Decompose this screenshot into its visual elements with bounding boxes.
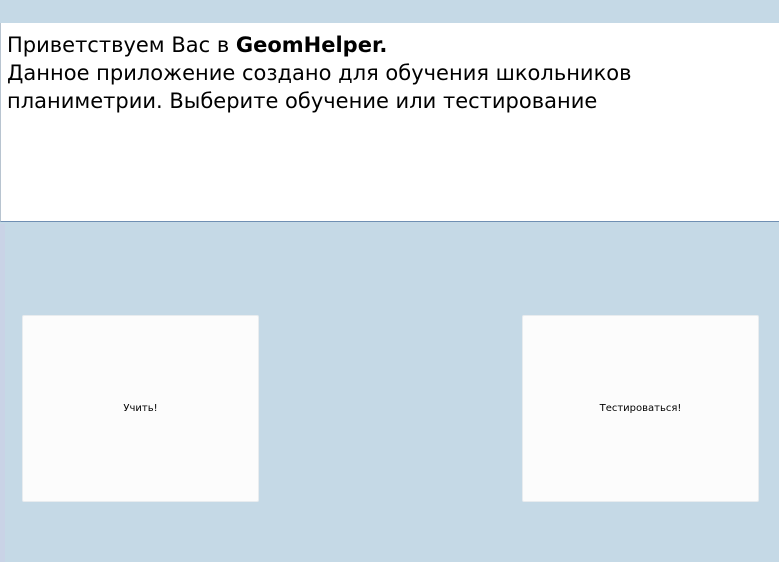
window-left-edge [0, 224, 5, 562]
app-name: GeomHelper. [235, 33, 388, 57]
test-button-label: Тестироваться! [599, 403, 682, 414]
learn-button[interactable]: Учить! [22, 315, 259, 502]
test-button[interactable]: Тестироваться! [522, 315, 759, 502]
welcome-text-box: Приветствуем Вас в GeomHelper. Данное пр… [0, 23, 779, 222]
learn-button-label: Учить! [123, 403, 158, 414]
welcome-greeting: Приветствуем Вас в [7, 33, 236, 57]
welcome-description: Данное приложение создано для обучения ш… [7, 61, 632, 113]
